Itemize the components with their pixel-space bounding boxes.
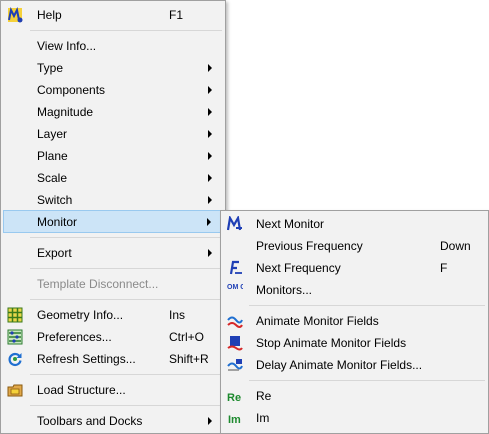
next-frequency-icon (227, 260, 243, 276)
menu-item-label: Scale (37, 171, 68, 185)
menu-separator (30, 237, 222, 238)
menu-item-delay-animate-monitor-fields[interactable]: Delay Animate Monitor Fields... (222, 354, 487, 376)
shortcut-text: F (440, 261, 448, 275)
menu-item-previous-frequency[interactable]: Previous Frequency Down (222, 235, 487, 257)
menu-item-plane[interactable]: Plane (2, 145, 224, 167)
menu-item-switch[interactable]: Switch (2, 189, 224, 211)
menu-item-im[interactable]: Im Im (222, 407, 487, 429)
menu-item-label: Previous Frequency (256, 239, 363, 253)
re-icon-text: Re (227, 392, 241, 404)
menu-item-monitors[interactable]: OM OF Monitors... (222, 279, 487, 301)
menu-item-re[interactable]: Re Re (222, 385, 487, 407)
submenu-arrow-icon (208, 152, 212, 160)
menu-item-monitor[interactable]: Monitor (3, 210, 223, 233)
menu-separator (30, 268, 222, 269)
refresh-icon (7, 351, 23, 367)
imaginary-part-icon: Im (227, 410, 243, 426)
menu-item-label: View Info... (37, 39, 97, 53)
menu-separator (30, 405, 222, 406)
menu-item-label: Help (37, 8, 62, 22)
menu-item-label: Layer (37, 127, 68, 141)
menu-item-label: Im (256, 411, 270, 425)
menu-item-label: Monitors... (256, 283, 313, 297)
monitor-submenu: Next Monitor Previous Frequency Down Nex… (220, 210, 489, 434)
monitors-list-icon: OM OF (227, 282, 243, 298)
menu-item-refresh-settings[interactable]: Refresh Settings... Shift+R (2, 348, 224, 370)
menu-item-label: Refresh Settings... (37, 352, 136, 366)
shortcut-text: Ins (169, 308, 186, 322)
menu-item-scale[interactable]: Scale (2, 167, 224, 189)
menu-item-view-info[interactable]: View Info... (2, 35, 224, 57)
im-icon-text: Im (228, 414, 241, 426)
submenu-arrow-icon (208, 417, 212, 425)
real-part-icon: Re (227, 388, 243, 404)
submenu-arrow-icon (208, 196, 212, 204)
menu-item-template-disconnect: Template Disconnect... (2, 273, 224, 295)
menu-item-magnitude[interactable]: Magnitude (2, 101, 224, 123)
menu-item-label: Geometry Info... (37, 308, 124, 322)
submenu-arrow-icon (208, 130, 212, 138)
menu-item-label: Next Monitor (256, 217, 325, 231)
menu-item-export[interactable]: Export (2, 242, 224, 264)
menu-item-label: Switch (37, 193, 73, 207)
submenu-arrow-icon (208, 108, 212, 116)
monitors-icon-text: OM OF (227, 284, 243, 291)
submenu-arrow-icon (208, 86, 212, 94)
load-structure-icon (7, 382, 23, 398)
menu-separator (30, 30, 222, 31)
menu-item-layer[interactable]: Layer (2, 123, 224, 145)
menu-item-label: Re (256, 389, 272, 403)
menu-item-load-structure[interactable]: Load Structure... (2, 379, 224, 401)
menu-item-toolbars-docks[interactable]: Toolbars and Docks (2, 410, 224, 432)
preferences-icon (7, 329, 23, 345)
menu-item-label: Components (37, 83, 106, 97)
menu-separator (249, 380, 485, 381)
menu-item-stop-animate-monitor-fields[interactable]: Stop Animate Monitor Fields (222, 332, 487, 354)
submenu-arrow-icon (208, 174, 212, 182)
shortcut-text: Ctrl+O (169, 330, 205, 344)
submenu-arrow-icon (207, 218, 211, 226)
next-monitor-icon (227, 216, 243, 232)
animate-icon (227, 313, 243, 329)
menu-item-type[interactable]: Type (2, 57, 224, 79)
geometry-grid-icon (7, 307, 23, 323)
menu-separator (30, 374, 222, 375)
menu-item-help[interactable]: Help F1 (2, 4, 224, 26)
submenu-arrow-icon (208, 64, 212, 72)
shortcut-text: Down (440, 239, 471, 253)
menu-item-components[interactable]: Components (2, 79, 224, 101)
delay-animate-icon (227, 357, 243, 373)
menu-item-preferences[interactable]: Preferences... Ctrl+O (2, 326, 224, 348)
menu-item-label: Plane (37, 149, 68, 163)
menu-separator (249, 305, 485, 306)
submenu-arrow-icon (208, 249, 212, 257)
menu-item-label: Type (37, 61, 64, 75)
menu-item-label: Animate Monitor Fields (256, 314, 379, 328)
menu-item-label: Load Structure... (37, 383, 126, 397)
menu-item-label: Export (37, 246, 72, 260)
menu-separator (30, 299, 222, 300)
shortcut-text: F1 (169, 8, 184, 22)
menu-item-label: Next Frequency (256, 261, 341, 275)
help-icon (7, 7, 23, 23)
menu-item-label: Stop Animate Monitor Fields (256, 336, 407, 350)
stop-animate-icon (227, 335, 243, 351)
context-menu: Help F1 View Info... Type Components Mag… (0, 0, 226, 434)
menu-item-animate-monitor-fields[interactable]: Animate Monitor Fields (222, 310, 487, 332)
shortcut-text: Shift+R (169, 352, 209, 366)
menu-item-label: Monitor (37, 215, 78, 229)
menu-item-next-frequency[interactable]: Next Frequency F (222, 257, 487, 279)
menu-item-label: Magnitude (37, 105, 94, 119)
menu-item-label: Preferences... (37, 330, 112, 344)
menu-item-label: Delay Animate Monitor Fields... (256, 358, 423, 372)
menu-item-next-monitor[interactable]: Next Monitor (222, 213, 487, 235)
menu-item-label: Toolbars and Docks (37, 414, 143, 428)
menu-item-label: Template Disconnect... (37, 277, 159, 291)
menu-item-geometry-info[interactable]: Geometry Info... Ins (2, 304, 224, 326)
